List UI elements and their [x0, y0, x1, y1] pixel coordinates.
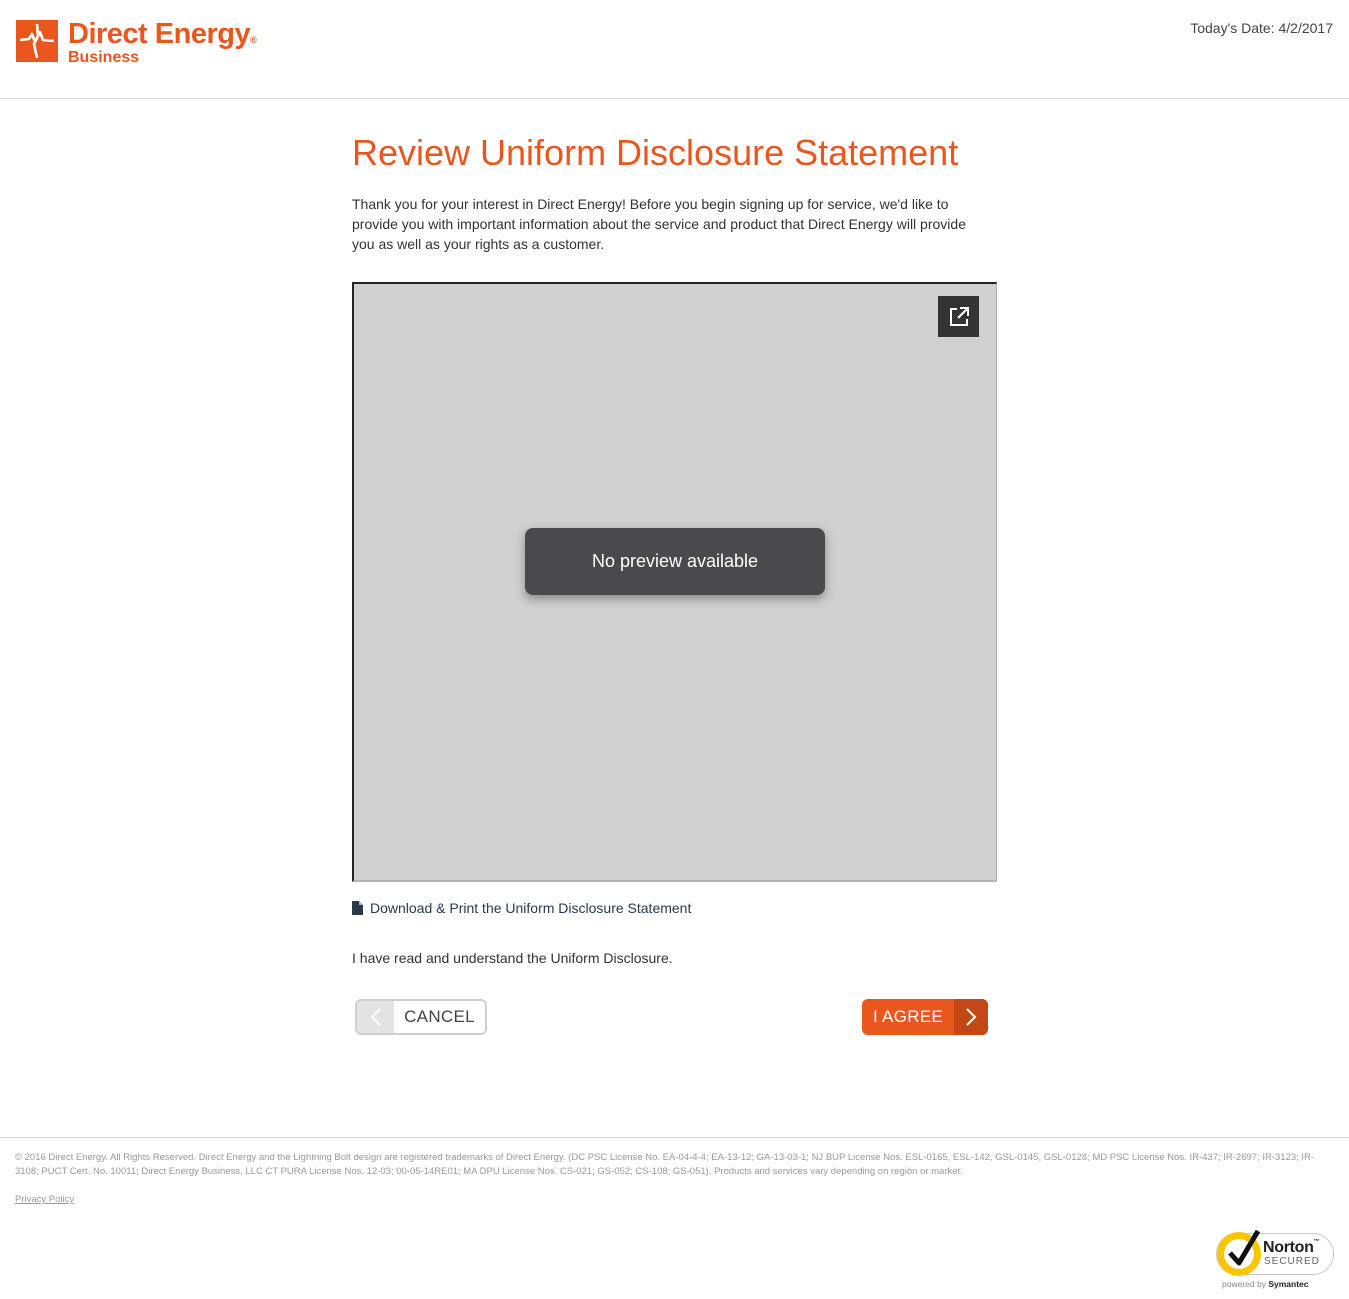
norton-secured-badge[interactable]: Norton™ SECURED powered by Symantec: [1216, 1227, 1336, 1292]
page-title: Review Uniform Disclosure Statement: [352, 132, 959, 173]
main-content: Review Uniform Disclosure Statement Than…: [352, 130, 997, 254]
site-footer: © 2016 Direct Energy. All Rights Reserve…: [0, 1137, 1349, 1205]
checkmark-icon: [1228, 1229, 1261, 1266]
norton-brand: Norton™: [1263, 1239, 1320, 1256]
acknowledgement-text: I have read and understand the Uniform D…: [352, 950, 673, 966]
chevron-right-icon: [954, 999, 988, 1035]
document-preview[interactable]: No preview available: [352, 282, 997, 882]
direct-energy-logo[interactable]: Direct Energy® Business: [16, 18, 257, 66]
powered-by-symantec: powered by Symantec: [1222, 1279, 1309, 1289]
cancel-label: CANCEL: [404, 1007, 475, 1026]
brand-sub: Business: [68, 49, 140, 66]
agree-label: I AGREE: [872, 1007, 944, 1026]
cancel-button[interactable]: CANCEL: [355, 999, 487, 1035]
legal-text: © 2016 Direct Energy. All Rights Reserve…: [15, 1152, 1315, 1177]
i-agree-button[interactable]: I AGREE: [862, 999, 988, 1035]
lightning-logo-icon: [16, 20, 58, 62]
intro-text: Thank you for your interest in Direct En…: [352, 196, 966, 252]
download-link-label: Download & Print the Uniform Disclosure …: [370, 900, 692, 916]
chevron-left-icon: [357, 1001, 394, 1033]
brand-name: Direct Energy®: [68, 18, 257, 50]
no-preview-message: No preview available: [525, 528, 825, 595]
norton-secured-text: SECURED: [1264, 1256, 1320, 1267]
privacy-policy-link[interactable]: Privacy Policy: [15, 1194, 74, 1205]
open-in-new-window-button[interactable]: [938, 296, 979, 337]
external-link-icon: [949, 306, 969, 326]
document-icon: [352, 901, 363, 915]
todays-date: Today's Date: 4/2/2017: [1190, 20, 1333, 36]
download-disclosure-link[interactable]: Download & Print the Uniform Disclosure …: [352, 900, 691, 916]
site-header: Direct Energy® Business Today's Date: 4/…: [0, 0, 1349, 99]
